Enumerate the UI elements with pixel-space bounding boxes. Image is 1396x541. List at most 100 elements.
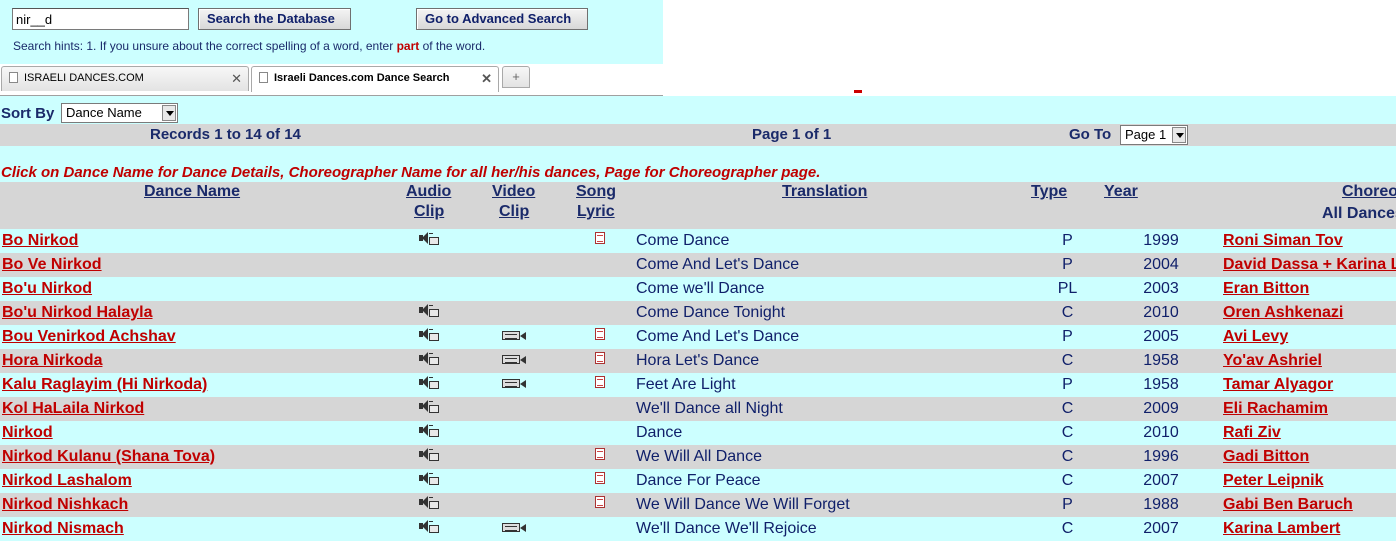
choreographer-cell: Roni Siman Tov [1222,229,1396,253]
type-cell: P [1035,373,1100,397]
audio-clip-icon[interactable] [417,471,441,486]
audio-clip-icon[interactable] [417,327,441,342]
close-icon[interactable]: ✕ [231,67,242,90]
choreographer-link[interactable]: Avi Levy [1223,328,1288,345]
choreographer-cell: Eran Bitton [1222,277,1396,301]
dance-name-link[interactable]: Kalu Raglayim (Hi Nirkoda) [2,376,207,393]
choreographer-link[interactable]: Karina Lambert [1223,520,1340,537]
lyric-document-icon[interactable] [595,447,605,460]
choreographer-link[interactable]: David Dassa + Karina Lambert [1223,256,1396,273]
table-row: Nirkod Nismach We'll Dance We'll Rejoice C… [0,517,1396,541]
dance-name-link[interactable]: Nirkod Lashalom [2,472,132,489]
lyric-document-icon[interactable] [595,231,605,244]
table-row: Kol HaLaila Nirkod We'll Dance all Night C… [0,397,1396,421]
lyric-cell [566,421,634,445]
goto-page-select[interactable]: Page 1 [1120,125,1188,145]
video-cell [462,397,566,421]
audio-clip-icon[interactable] [417,519,441,534]
dance-name-link[interactable]: Bo Nirkod [2,232,78,249]
dance-name-cell: Nirkod Kulanu (Shana Tova) [0,445,396,469]
close-icon[interactable]: ✕ [481,67,492,90]
dance-name-link[interactable]: Kol HaLaila Nirkod [2,400,144,417]
video-cell [462,445,566,469]
dance-name-link[interactable]: Nirkod Nismach [2,520,124,537]
header-dance-name[interactable]: Dance Name [144,182,240,202]
choreographer-link[interactable]: Roni Siman Tov [1223,232,1343,249]
audio-cell [396,349,462,373]
audio-clip-icon[interactable] [417,375,441,390]
dance-name-link[interactable]: Nirkod Nishkach [2,496,128,513]
goto-selected: Page 1 [1125,127,1167,142]
translation-cell: Come Dance [634,229,1035,253]
lyric-cell [566,301,634,325]
video-cell [462,229,566,253]
page-icon [9,71,18,83]
tab-israeli-dances[interactable]: ISRAELI DANCES.COM ✕ [1,66,249,91]
audio-clip-icon[interactable] [417,495,441,510]
header-song-lyric[interactable]: Lyric [577,202,615,222]
choreographer-cell: Karina Lambert [1222,517,1396,541]
year-cell: 1958 [1100,373,1222,397]
audio-clip-icon[interactable] [417,351,441,366]
type-cell: C [1035,397,1100,421]
video-camera-icon[interactable] [502,329,526,341]
audio-clip-icon[interactable] [417,231,441,246]
dance-name-link[interactable]: Bou Venirkod Achshav [2,328,176,345]
dance-name-link[interactable]: Nirkod [2,424,53,441]
lyric-document-icon[interactable] [595,375,605,388]
audio-cell [396,421,462,445]
choreographer-link[interactable]: Yo'av Ashriel [1223,352,1322,369]
dance-name-link[interactable]: Nirkod Kulanu (Shana Tova) [2,448,215,465]
audio-clip-icon[interactable] [417,423,441,438]
search-database-button[interactable]: Search the Database [198,8,351,30]
choreographer-link[interactable]: Rafi Ziv [1223,424,1281,441]
header-audio[interactable]: Audio [406,182,451,202]
header-video-clip[interactable]: Clip [499,202,529,222]
results-area: Sort By Dance Name Records 1 to 14 of 14… [0,96,1396,541]
dance-name-cell: Bou Venirkod Achshav [0,325,396,349]
choreographer-link[interactable]: Peter Leipnik [1223,472,1323,489]
dance-name-link[interactable]: Bo'u Nirkod [2,280,92,297]
tab-dance-search[interactable]: Israeli Dances.com Dance Search ✕ [251,66,499,92]
header-audio-clip[interactable]: Clip [414,202,444,222]
dance-name-cell: Nirkod [0,421,396,445]
video-camera-icon[interactable] [502,377,526,389]
lyric-document-icon[interactable] [595,471,605,484]
sort-selected: Dance Name [66,105,142,120]
year-cell: 2007 [1100,517,1222,541]
hint-suffix: of the word. [419,39,486,53]
choreographer-link[interactable]: Gabi Ben Baruch [1223,496,1353,513]
header-video[interactable]: Video [492,182,535,202]
video-camera-icon[interactable] [502,353,526,365]
advanced-search-button[interactable]: Go to Advanced Search [416,8,588,30]
audio-clip-icon[interactable] [417,399,441,414]
dance-name-link[interactable]: Bo'u Nirkod Halayla [2,304,153,321]
translation-cell: Feet Are Light [634,373,1035,397]
header-translation[interactable]: Translation [782,182,867,202]
video-camera-icon[interactable] [502,521,526,533]
choreographer-link[interactable]: Tamar Alyagor [1223,376,1333,393]
audio-cell [396,325,462,349]
year-cell: 2010 [1100,421,1222,445]
header-song[interactable]: Song [576,182,616,202]
type-cell: C [1035,421,1100,445]
audio-clip-icon[interactable] [417,303,441,318]
choreographer-link[interactable]: Gadi Bitton [1223,448,1309,465]
header-choreographer[interactable]: Choreographer [1342,182,1396,202]
new-tab-button[interactable]: + [502,66,530,88]
choreographer-link[interactable]: Eli Rachamim [1223,400,1328,417]
lyric-document-icon[interactable] [595,327,605,340]
dance-name-link[interactable]: Bo Ve Nirkod [2,256,102,273]
dance-name-link[interactable]: Hora Nirkoda [2,352,102,369]
header-type[interactable]: Type [1031,182,1067,202]
lyric-document-icon[interactable] [595,351,605,364]
search-input[interactable] [12,8,189,30]
audio-cell [396,373,462,397]
lyric-document-icon[interactable] [595,495,605,508]
audio-clip-icon[interactable] [417,447,441,462]
choreographer-link[interactable]: Oren Ashkenazi [1223,304,1343,321]
type-cell: C [1035,445,1100,469]
sort-by-select[interactable]: Dance Name [61,103,178,123]
choreographer-link[interactable]: Eran Bitton [1223,280,1309,297]
header-year[interactable]: Year [1104,182,1138,202]
